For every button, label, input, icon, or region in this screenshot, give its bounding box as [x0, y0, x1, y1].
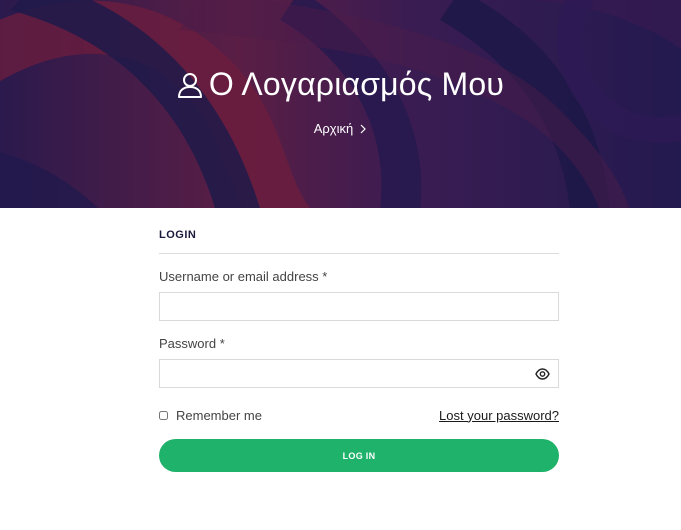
page-title: Ο Λογαριασμός Μου — [208, 66, 505, 102]
remember-me[interactable]: Remember me — [159, 408, 262, 423]
breadcrumb: Αρχική — [0, 121, 681, 136]
username-field-box — [159, 292, 559, 321]
lost-password-link[interactable]: Lost your password? — [439, 408, 559, 423]
password-label: Password * — [159, 336, 225, 351]
username-label: Username or email address * — [159, 269, 328, 284]
login-button[interactable]: LOG IN — [159, 439, 559, 472]
section-title: LOGIN — [159, 229, 559, 254]
password-field-box — [159, 359, 559, 388]
username-input[interactable] — [160, 293, 558, 320]
user-icon — [177, 72, 202, 98]
banner-background — [0, 0, 681, 208]
page-header-banner: Ο Λογαριασμός Μου Αρχική — [0, 0, 681, 208]
remember-label: Remember me — [176, 407, 262, 423]
eye-icon[interactable] — [535, 367, 550, 381]
chevron-right-icon — [360, 124, 367, 133]
remember-row: Remember me Lost your password? — [159, 406, 559, 424]
password-input[interactable] — [160, 360, 558, 387]
page-title-row: Ο Λογαριασμός Μου — [0, 66, 681, 103]
breadcrumb-home-link[interactable]: Αρχική — [314, 121, 354, 136]
login-form: LOGIN Username or email address * Passwo… — [159, 208, 559, 472]
remember-checkbox[interactable] — [159, 410, 168, 420]
